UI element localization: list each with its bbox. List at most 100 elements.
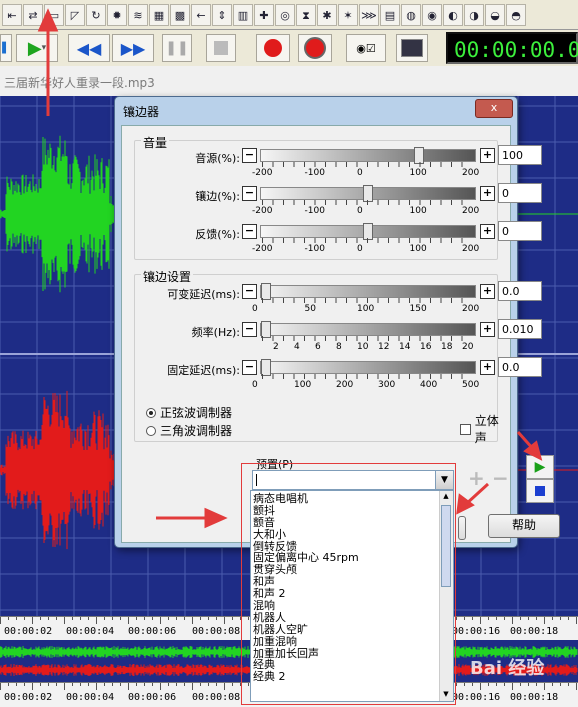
- flanger-icon[interactable]: ▭: [44, 3, 64, 26]
- radio-sine-dot[interactable]: [146, 407, 156, 418]
- chevron-down-icon[interactable]: ▼: [435, 471, 453, 489]
- monitor-toggle[interactable]: ◉☑: [346, 34, 386, 62]
- scroll-thumb[interactable]: [441, 505, 451, 587]
- slider-increase-button[interactable]: +: [480, 360, 495, 375]
- slider-value-input[interactable]: 0.010: [498, 319, 542, 339]
- slider-track[interactable]: [260, 359, 476, 376]
- radio-sine[interactable]: 正弦波调制器: [146, 404, 232, 421]
- palette-icon[interactable]: ▤: [380, 3, 400, 26]
- add-preset-button[interactable]: +: [468, 466, 485, 490]
- slider-value-input[interactable]: 0: [498, 221, 542, 241]
- slider-decrease-button[interactable]: −: [242, 322, 257, 337]
- ruler-tick: [48, 683, 49, 686]
- eq-icon[interactable]: ≋: [128, 3, 148, 26]
- slider-value-input[interactable]: 0: [498, 183, 542, 203]
- gear-icon[interactable]: ✹: [107, 3, 127, 26]
- table-icon[interactable]: ▦: [149, 3, 169, 26]
- preset-item[interactable]: 经典 2: [253, 671, 439, 683]
- ruler-tick: [528, 683, 529, 686]
- preset-item[interactable]: 加重混响: [253, 635, 439, 648]
- slider-decrease-button[interactable]: −: [242, 148, 257, 163]
- antenna-icon[interactable]: ✶: [338, 3, 358, 26]
- play-button[interactable]: ▶ ▾: [16, 34, 58, 62]
- preset-dropdown-list[interactable]: 病态电唱机 颤抖 颤音 大和小 倒转反馈 固定偏离中心 45rpm 贯穿头颅 和声 和声 2 混响…: [250, 490, 454, 702]
- slider-increase-button[interactable]: +: [480, 224, 495, 239]
- slider-scale-label: 200: [462, 244, 480, 254]
- close-button[interactable]: x: [475, 99, 513, 118]
- preset-item[interactable]: 加重加长回声: [253, 647, 439, 660]
- preview-play-button[interactable]: ▶: [526, 455, 554, 479]
- slider-track[interactable]: [260, 147, 476, 164]
- record-button[interactable]: [298, 34, 332, 62]
- preview-stop-button[interactable]: [526, 479, 554, 503]
- mixer-button[interactable]: [396, 34, 428, 62]
- slider-increase-button[interactable]: +: [480, 186, 495, 201]
- slider-track[interactable]: [260, 283, 476, 300]
- ruler-tick: [16, 683, 17, 686]
- ok-button-partial[interactable]: [458, 516, 466, 540]
- slider-decrease-button[interactable]: −: [242, 186, 257, 201]
- ruler-tick: [520, 617, 521, 620]
- slider-decrease-button[interactable]: −: [242, 360, 257, 375]
- vertical-arrows-icon[interactable]: ⇕: [212, 3, 232, 26]
- ruler-icon[interactable]: ◸: [65, 3, 85, 26]
- slider-decrease-button[interactable]: −: [242, 224, 257, 239]
- plus-green-icon[interactable]: ✚: [254, 3, 274, 26]
- preset-item[interactable]: 颤抖: [253, 504, 439, 517]
- zoom-fit-icon[interactable]: ⇄: [23, 3, 43, 26]
- loop-icon[interactable]: ↻: [86, 3, 106, 26]
- forward-button[interactable]: ▶▶: [112, 34, 154, 62]
- star-icon[interactable]: ✱: [317, 3, 337, 26]
- preset-item[interactable]: 病态电唱机: [253, 493, 439, 505]
- scroll-down-icon[interactable]: ▼: [441, 690, 451, 700]
- left-arrow-icon[interactable]: ←: [191, 3, 211, 26]
- disc-d-icon[interactable]: ◓: [506, 3, 526, 26]
- slider-track[interactable]: [260, 321, 476, 338]
- disc-a-icon[interactable]: ◐: [443, 3, 463, 26]
- slider-increase-button[interactable]: +: [480, 284, 495, 299]
- cd-icon[interactable]: ◍: [401, 3, 421, 26]
- cursor-icon[interactable]: ⇤: [2, 3, 22, 26]
- bars-icon[interactable]: ▥: [233, 3, 253, 26]
- preset-item[interactable]: 机器人空旷: [253, 623, 439, 636]
- rewind-button[interactable]: ◀◀: [68, 34, 110, 62]
- file-name: 三届新华好人重录一段.mp3: [4, 76, 155, 90]
- disc-b-icon[interactable]: ◑: [464, 3, 484, 26]
- slider-decrease-button[interactable]: −: [242, 284, 257, 299]
- wave-icon[interactable]: ⋙: [359, 3, 379, 26]
- slider-increase-button[interactable]: +: [480, 148, 495, 163]
- disc-c-icon[interactable]: ◒: [485, 3, 505, 26]
- hourglass-icon[interactable]: ⧗: [296, 3, 316, 26]
- slider-label: 音源(%):: [195, 152, 240, 165]
- preset-item[interactable]: 大和小: [253, 528, 439, 541]
- scroll-up-icon[interactable]: ▲: [441, 492, 451, 502]
- slider-value-input[interactable]: 0.0: [498, 357, 542, 377]
- radio-triangle-dot[interactable]: [146, 425, 156, 436]
- file-tab[interactable]: 三届新华好人重录一段.mp3: [0, 66, 578, 97]
- stereo-check[interactable]: [460, 423, 471, 435]
- list-scrollbar[interactable]: ▲ ▼: [439, 491, 453, 701]
- grid-icon[interactable]: ▩: [170, 3, 190, 26]
- preset-combobox[interactable]: ▼: [252, 470, 454, 490]
- help-button[interactable]: 帮助: [488, 514, 560, 538]
- slider-track[interactable]: [260, 185, 476, 202]
- slider-scale-label: 0: [252, 304, 258, 314]
- slider-value-input[interactable]: 0.0: [498, 281, 542, 301]
- record-pause-button[interactable]: [256, 34, 290, 62]
- radio-triangle[interactable]: 三角波调制器: [146, 422, 232, 439]
- slider-value-input[interactable]: 100: [498, 145, 542, 165]
- stop-button[interactable]: [206, 34, 236, 62]
- disc-icon[interactable]: ◉: [422, 3, 442, 26]
- slider-track[interactable]: [260, 223, 476, 240]
- slider-scale-label: -200: [252, 168, 273, 178]
- stereo-checkbox[interactable]: 立体声: [460, 412, 510, 446]
- slider-increase-button[interactable]: +: [480, 322, 495, 337]
- eye-icon[interactable]: ◎: [275, 3, 295, 26]
- preset-item[interactable]: 和声 2: [253, 588, 439, 600]
- remove-preset-button[interactable]: −: [492, 466, 509, 490]
- pause-button[interactable]: ❚❚: [162, 34, 192, 62]
- preset-item[interactable]: 机器人: [253, 612, 439, 624]
- prev-edge-button[interactable]: ▌: [0, 34, 12, 62]
- preset-item[interactable]: 颤音: [253, 516, 439, 529]
- preset-item[interactable]: 贯穿头颅: [253, 564, 439, 576]
